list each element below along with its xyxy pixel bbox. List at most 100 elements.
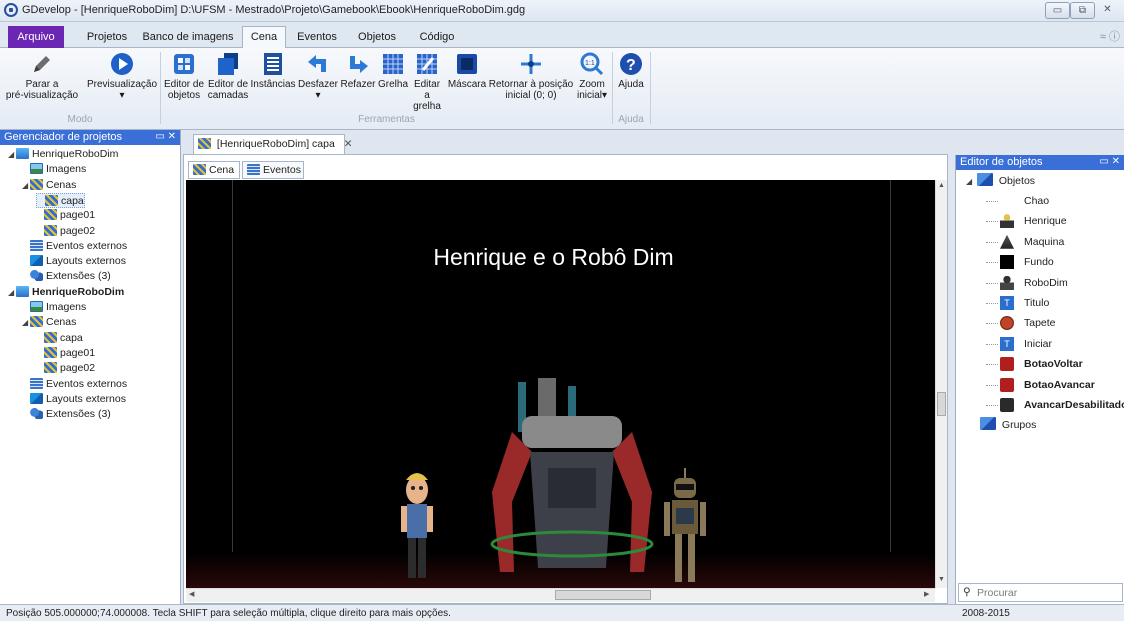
object-item-label: AvancarDesabilitado xyxy=(1024,399,1124,411)
tree-item[interactable]: Imagens xyxy=(22,300,86,315)
preview-button[interactable]: Previsualização ▾ xyxy=(86,52,158,101)
scroll-up-icon[interactable]: ▲ xyxy=(938,182,945,189)
tree-item[interactable]: page02 xyxy=(36,224,95,239)
object-item[interactable]: Chao xyxy=(986,191,1122,211)
groups-root[interactable]: Grupos xyxy=(980,415,1036,435)
instances-icon xyxy=(261,52,285,76)
horizontal-scroll-thumb[interactable] xyxy=(555,590,651,600)
subtab-eventos[interactable]: Eventos xyxy=(242,161,304,179)
tree-item[interactable]: Layouts externos xyxy=(22,392,126,407)
restore-button[interactable]: ⧉ xyxy=(1070,2,1095,19)
object-search-input[interactable]: ⚲ Procurar xyxy=(958,583,1123,602)
tab-banco-de-imagens[interactable]: Banco de imagens xyxy=(142,27,234,47)
tree-item[interactable]: ◢ HenriqueRoboDim xyxy=(8,285,124,300)
vertical-scrollbar[interactable]: ▲ ▼ xyxy=(935,180,947,588)
objects-editor-button[interactable]: Editor de objetos xyxy=(163,52,205,101)
tree-item[interactable]: page02 xyxy=(36,361,95,376)
tab-projetos[interactable]: Projetos xyxy=(76,27,138,47)
instances-label: Instâncias xyxy=(250,79,296,90)
tree-item[interactable]: Layouts externos xyxy=(22,254,126,269)
redo-label: Refazer xyxy=(340,79,376,90)
object-item-label: Henrique xyxy=(1024,215,1067,228)
stop-preview-button[interactable]: Parar a pré-visualização xyxy=(2,52,82,101)
horizontal-scrollbar[interactable]: ◀ ▶ xyxy=(186,588,935,602)
document-tab[interactable]: [HenriqueRoboDim] capa ✕ xyxy=(193,134,353,154)
object-item[interactable]: RoboDim xyxy=(986,273,1122,293)
maquina-sprite[interactable] xyxy=(482,372,662,588)
tree-item[interactable]: Extensões (3) xyxy=(22,407,111,422)
object-item[interactable]: Henrique xyxy=(986,211,1122,231)
undo-label: Desfazer xyxy=(297,79,338,90)
zoom-initial-button[interactable]: 1:1 Zoom inicial▾ xyxy=(574,52,610,101)
origin-icon xyxy=(519,52,543,76)
tree-item[interactable]: Eventos externos xyxy=(22,239,127,254)
panel-close-icon[interactable]: ▭ ✕ xyxy=(1099,156,1120,167)
panel-close-icon[interactable]: ▭ ✕ xyxy=(155,131,176,142)
vertical-scroll-thumb[interactable] xyxy=(937,392,946,416)
tree-connector xyxy=(986,405,998,406)
tab-cena[interactable]: Cena xyxy=(242,26,286,49)
return-origin-button[interactable]: Retornar à posição inicial (0; 0) xyxy=(488,52,574,101)
expand-arrow-icon[interactable]: ◢ xyxy=(22,178,30,193)
close-tab-icon[interactable]: ✕ xyxy=(344,138,353,150)
objects-root[interactable]: ◢ Objetos xyxy=(966,171,1035,191)
tree-item[interactable]: capa xyxy=(36,331,83,346)
ribbon-collapse-and-help-icon[interactable]: ≈ ⓘ xyxy=(1100,28,1120,44)
object-item-label: Titulo xyxy=(1024,297,1050,309)
tree-item[interactable]: Eventos externos xyxy=(22,377,127,392)
tree-item-label: Cenas xyxy=(46,316,77,329)
object-item[interactable]: Tapete xyxy=(986,313,1122,333)
tree-item[interactable]: ◢ Cenas xyxy=(22,178,76,193)
layers-editor-label-1: Editor de xyxy=(207,79,249,90)
tree-item[interactable]: ◢ Cenas xyxy=(22,315,76,330)
tree-item[interactable]: Extensões (3) xyxy=(22,269,111,284)
tree-item[interactable]: Imagens xyxy=(22,162,86,177)
expand-arrow-icon[interactable]: ◢ xyxy=(22,315,30,330)
minimize-button[interactable]: ▭ xyxy=(1045,2,1070,19)
expand-arrow-icon[interactable]: ◢ xyxy=(8,285,16,300)
tree-item[interactable]: capa xyxy=(36,192,85,208)
return-origin-label-2: inicial (0; 0) xyxy=(505,90,557,101)
scroll-left-icon[interactable]: ◀ xyxy=(189,590,194,598)
tree-item[interactable]: page01 xyxy=(36,208,95,223)
tab-eventos[interactable]: Eventos xyxy=(292,27,342,47)
tab-codigo[interactable]: Código xyxy=(410,27,464,47)
grid-button[interactable]: Grelha xyxy=(377,52,409,90)
redo-button[interactable]: Refazer xyxy=(339,52,377,90)
object-item[interactable]: Maquina xyxy=(986,232,1122,252)
object-item[interactable]: T Titulo xyxy=(986,293,1122,313)
henrique-sprite[interactable] xyxy=(396,468,438,588)
tree-item[interactable]: page01 xyxy=(36,346,95,361)
object-item[interactable]: Fundo xyxy=(986,252,1122,272)
undo-button[interactable]: Desfazer ▾ xyxy=(297,52,339,101)
subtab-cena[interactable]: Cena xyxy=(188,161,240,179)
rug-icon xyxy=(1000,316,1014,331)
scene-editor: Cena Eventos Henrique e o Robô Dim ▲ ▼ ◀… xyxy=(183,154,948,604)
ev-icon xyxy=(30,377,43,389)
scene-title-text[interactable]: Henrique e o Robô Dim xyxy=(186,244,921,271)
layers-editor-button[interactable]: Editor de camadas xyxy=(206,52,250,101)
object-editor-header: Editor de objetos ▭ ✕ xyxy=(956,155,1124,170)
edit-grid-icon xyxy=(415,52,439,76)
object-item[interactable]: AvancarDesabilitado xyxy=(986,395,1124,415)
object-item[interactable]: BotaoVoltar xyxy=(986,354,1122,374)
close-button[interactable]: ✕ xyxy=(1095,2,1120,19)
tab-objetos[interactable]: Objetos xyxy=(352,27,402,47)
scroll-down-icon[interactable]: ▼ xyxy=(938,576,945,583)
object-item-label: BotaoVoltar xyxy=(1024,358,1083,371)
scene-canvas[interactable]: Henrique e o Robô Dim xyxy=(186,180,935,588)
scroll-right-icon[interactable]: ▶ xyxy=(924,590,929,598)
object-item-label: Iniciar xyxy=(1024,337,1053,350)
edit-grid-button[interactable]: Editar a grelha xyxy=(410,52,444,112)
tree-item[interactable]: ◢ HenriqueRoboDim xyxy=(8,147,118,162)
expand-arrow-icon[interactable]: ◢ xyxy=(966,172,974,192)
object-item[interactable]: T Iniciar xyxy=(986,334,1122,354)
help-button[interactable]: ? Ajuda xyxy=(615,52,647,90)
object-item[interactable]: BotaoAvancar xyxy=(986,375,1122,395)
tab-arquivo[interactable]: Arquivo xyxy=(8,26,64,48)
expand-arrow-icon[interactable]: ◢ xyxy=(8,147,16,162)
instances-button[interactable]: Instâncias xyxy=(250,52,296,90)
mask-button[interactable]: Máscara xyxy=(446,52,488,90)
robodim-sprite[interactable] xyxy=(660,468,710,588)
object-item-label: Chao xyxy=(1024,195,1050,207)
